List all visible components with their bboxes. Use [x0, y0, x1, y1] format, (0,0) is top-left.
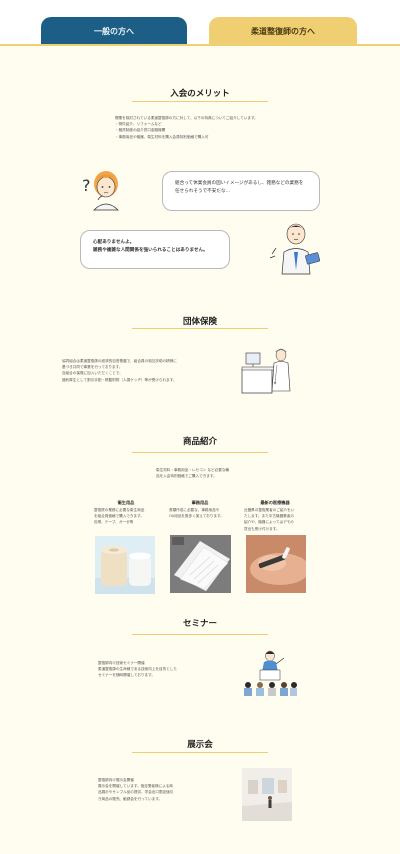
svg-text:?: ? [82, 176, 91, 195]
exhibition-line: き商品の販売、勧誘会を行っています。 [98, 796, 163, 801]
exhibition-photo [242, 768, 292, 821]
answer-speech-bubble: 心配ありませんよ。 雑務や複雑な人間関係を強いられることはありません。 [80, 230, 230, 269]
benefits-text: 開業を検討されている柔道整復師の方に対して、以下の特典についてご紹介しています。… [115, 115, 315, 140]
products-intro: 衛生材料・事務用品・レセコン など必要な備 品を入会特別価格でご購入できます。 [156, 467, 256, 479]
product-office-desc: 書類作成に必要な、事務用品や OA用品を数多く揃えております。 [169, 507, 231, 519]
product-desc-line: 貸出も受け付けます。 [244, 526, 280, 531]
tab-underline [0, 44, 400, 46]
seminar-line: セミナーを随時開催しております。 [98, 673, 155, 678]
hygiene-products-photo [95, 536, 155, 594]
benefits-item: ・事務用品や機器、衛生材料を購入会員特別価格で購入可 [115, 134, 209, 139]
product-office-title: 事務用品 [191, 500, 209, 505]
tab-bar: 一般の方へ 柔道整復師の方へ [0, 0, 400, 46]
seminar-text: 整復師向け技術セミナー開催 柔道整復師の生命線である技術向上を目的とした セミナ… [98, 660, 218, 679]
businessman-illustration [269, 223, 321, 275]
tab-general[interactable]: 一般の方へ [41, 17, 187, 45]
insurance-line: 福利厚生として割引手配・積載財物（人損ケッヂ）等が受けられます。 [62, 377, 177, 382]
tab-judo-therapist[interactable]: 柔道整復師の方へ [209, 17, 357, 45]
seminar-rule [132, 634, 268, 635]
seminar-title: セミナー [182, 619, 217, 629]
answer-line: 雑務や複雑な人間関係を強いられることはありません。 [93, 248, 208, 253]
exhibition-rule [132, 752, 268, 753]
doctor-desk-illustration [241, 348, 291, 394]
products-intro-line: 品を入会特別価格でご購入できます。 [156, 474, 217, 479]
insurance-title: 団体保険 [182, 317, 217, 327]
product-desc-line: 包帯、テープ、ガーゼ等 [94, 520, 134, 525]
products-rule [132, 452, 268, 453]
seminar-illustration [244, 650, 297, 696]
insurance-text: 協同組合は柔道整復師の経済的自営基盤で、組合員の相互扶助の精神に 基づき共同で事… [62, 358, 242, 383]
page: 一般の方へ 柔道整復師の方へ 入会のメリット 開業を検討されている柔道整復師の方… [0, 0, 400, 854]
worry-speech-bubble: 組合って休業会員の固いイメージがあるし、雑務などの業務を任せられそうで不安だな… [162, 171, 320, 211]
office-supplies-photo [170, 535, 231, 593]
product-hygiene-title: 衛生用品 [117, 500, 135, 505]
exhibition-text: 整復師向け展示会開催 展示会を開催しています。指定業者様による商 品展示やサンプ… [98, 777, 208, 802]
exhibition-title: 展示会 [187, 740, 213, 750]
insurance-rule [132, 328, 268, 329]
product-medical-title: 最新の医療機器 [260, 500, 290, 505]
worried-woman-illustration: ? [82, 171, 119, 211]
answer-line: 心配ありませんよ。 [93, 240, 135, 245]
product-hygiene-desc: 整復院の業務に必要な衛生商品 を組合員価格で購入できます。 包帯、テープ、ガーゼ… [94, 507, 158, 526]
products-title: 商品紹介 [182, 437, 217, 447]
product-medical-desc: 近畿県の整復業者のご紹介をい たします。また中古機器業者の 紹介や、機器によって… [244, 507, 308, 532]
medical-device-photo [246, 535, 306, 593]
product-desc-line: OA用品を数多く揃えております。 [169, 514, 224, 519]
benefits-rule [132, 101, 268, 102]
benefits-title: 入会のメリット [170, 89, 230, 99]
worry-text: 組合って休業会員の固いイメージがあるし、雑務などの業務を任せられそうで不安だな… [175, 181, 304, 194]
